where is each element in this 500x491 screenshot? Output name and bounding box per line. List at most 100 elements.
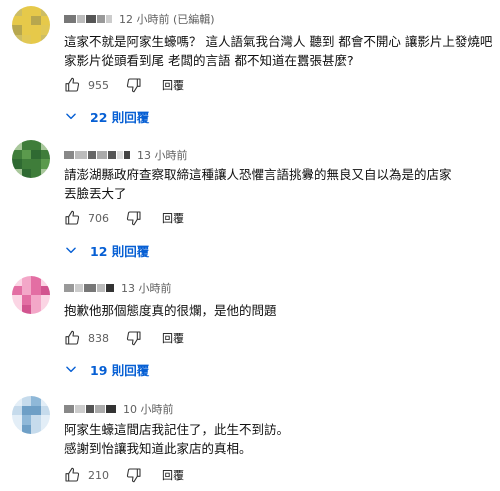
thumbs-down-icon[interactable] <box>126 466 144 484</box>
thumbs-down-icon[interactable] <box>126 209 144 227</box>
avatar-pixel <box>12 6 22 16</box>
avatar-pixel <box>31 396 41 406</box>
reply-button[interactable]: 回覆 <box>162 330 184 346</box>
avatar-pixel <box>21 424 31 434</box>
avatar-pixel <box>40 168 50 178</box>
avatar-pixel <box>21 140 31 150</box>
avatar-pixel <box>31 304 41 314</box>
avatar-pixel <box>12 140 22 150</box>
comment-time[interactable]: 10 小時前 <box>123 401 174 417</box>
avatar-pixel <box>31 415 41 425</box>
comment-meta: 13 小時前 <box>64 280 172 296</box>
comment-actions: 210 回覆 <box>64 466 184 484</box>
replies-count-label: 12 則回覆 <box>90 243 150 259</box>
chevron-down-icon <box>64 243 78 257</box>
avatar-pixel <box>12 295 22 305</box>
thumbs-up-icon[interactable] <box>64 329 82 347</box>
author-name-redacted[interactable] <box>64 15 113 23</box>
comment-text: 抱歉他那個態度真的很爛，是他的問題 <box>64 301 492 320</box>
avatar-pixel <box>31 34 41 44</box>
avatar-pixel <box>12 34 22 44</box>
reply-button[interactable]: 回覆 <box>162 467 184 483</box>
comment-line: 抱歉他那個態度真的很爛，是他的問題 <box>64 303 277 318</box>
avatar-pixel <box>40 415 50 425</box>
comment-actions: 838 回覆 <box>64 329 184 347</box>
avatar-pixel <box>31 159 41 169</box>
avatar-pixel <box>21 304 31 314</box>
avatar-pixel <box>40 140 50 150</box>
avatar-pixel <box>21 25 31 35</box>
avatar-pixel <box>31 276 41 286</box>
like-count: 210 <box>88 468 109 482</box>
comment-line: 這家不就是阿家生蠔嗎？ 這人語氣我台灣人 聽到 都會不開心 讓影片上發燒吧 <box>64 34 493 49</box>
thumbs-down-icon[interactable] <box>126 76 144 94</box>
avatar-pixel <box>31 15 41 25</box>
avatar-pixel <box>40 285 50 295</box>
avatar-pixel <box>40 295 50 305</box>
avatar-pixel <box>12 149 22 159</box>
avatar-pixel <box>12 304 22 314</box>
view-replies-button[interactable]: 19 則回覆 <box>64 360 149 378</box>
reply-button[interactable]: 回覆 <box>162 77 184 93</box>
avatar-pixel <box>40 304 50 314</box>
view-replies-button[interactable]: 12 則回覆 <box>64 241 149 259</box>
avatar-pixel <box>31 140 41 150</box>
view-replies-button[interactable]: 22 則回覆 <box>64 107 149 125</box>
comment-line: 丟臉丟大了 <box>64 186 127 201</box>
like-count: 838 <box>88 331 109 345</box>
avatar[interactable] <box>12 276 50 314</box>
avatar-pixel <box>12 415 22 425</box>
avatar-pixel <box>40 149 50 159</box>
avatar-pixel <box>31 168 41 178</box>
chevron-down-icon <box>64 362 78 376</box>
avatar-pixel <box>12 25 22 35</box>
avatar-pixel <box>31 405 41 415</box>
avatar[interactable] <box>12 6 50 44</box>
thumbs-up-icon[interactable] <box>64 76 82 94</box>
avatar-pixel <box>21 405 31 415</box>
comment-text: 這家不就是阿家生蠔嗎？ 這人語氣我台灣人 聽到 都會不開心 讓影片上發燒吧 家影… <box>64 32 492 70</box>
comment-time[interactable]: 12 小時前 (已編輯) <box>119 11 215 27</box>
replies-count-label: 22 則回覆 <box>90 109 150 125</box>
avatar-pixel <box>12 396 22 406</box>
comment-text: 請澎湖縣政府查察取締這種讓人恐懼言語挑釁的無良又自以為是的店家 丟臉丟大了 <box>64 165 492 203</box>
avatar-pixel <box>21 15 31 25</box>
author-name-redacted[interactable] <box>64 284 115 292</box>
avatar-pixel <box>21 396 31 406</box>
thumbs-up-icon[interactable] <box>64 466 82 484</box>
comment-time[interactable]: 13 小時前 <box>137 147 188 163</box>
avatar[interactable] <box>12 140 50 178</box>
avatar-pixel <box>21 159 31 169</box>
thumbs-down-icon[interactable] <box>126 329 144 347</box>
avatar-pixel <box>40 34 50 44</box>
thumbs-up-icon[interactable] <box>64 209 82 227</box>
comment-time[interactable]: 13 小時前 <box>121 280 172 296</box>
avatar-pixel <box>40 396 50 406</box>
replies-count-label: 19 則回覆 <box>90 362 150 378</box>
avatar-pixel <box>12 405 22 415</box>
comment-actions: 955 回覆 <box>64 76 184 94</box>
avatar-pixel <box>40 6 50 16</box>
comment-meta: 10 小時前 <box>64 401 174 417</box>
avatar-pixel <box>31 6 41 16</box>
reply-button[interactable]: 回覆 <box>162 210 184 226</box>
comment-line: 感謝到怡讓我知道此家店的真相。 <box>64 441 252 456</box>
avatar-pixel <box>21 149 31 159</box>
avatar-pixel <box>21 415 31 425</box>
avatar-pixel <box>40 424 50 434</box>
like-count: 706 <box>88 211 109 225</box>
comment-meta: 13 小時前 <box>64 147 188 163</box>
author-name-redacted[interactable] <box>64 151 131 159</box>
avatar-pixel <box>12 424 22 434</box>
like-count: 955 <box>88 78 109 92</box>
avatar-pixel <box>40 159 50 169</box>
avatar[interactable] <box>12 396 50 434</box>
author-name-redacted[interactable] <box>64 405 117 413</box>
avatar-pixel <box>12 15 22 25</box>
avatar-pixel <box>31 424 41 434</box>
avatar-pixel <box>21 6 31 16</box>
avatar-pixel <box>21 276 31 286</box>
avatar-pixel <box>12 285 22 295</box>
comment-meta: 12 小時前 (已編輯) <box>64 11 215 27</box>
comment-line: 家影片從頭看到尾 老闆的言語 都不知道在囂張甚麼? <box>64 53 354 68</box>
